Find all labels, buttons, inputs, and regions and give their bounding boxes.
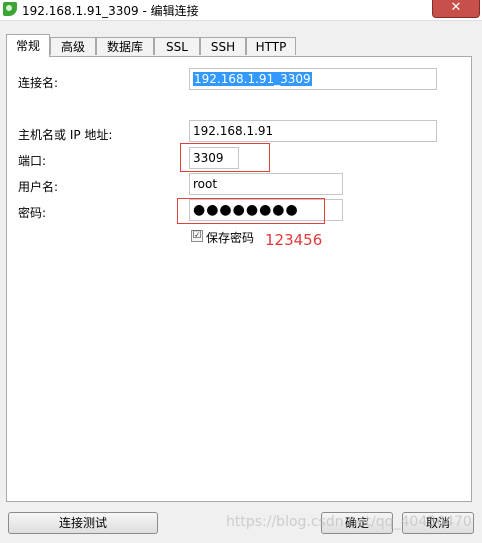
window-title: 192.168.1.91_3309 - 编辑连接 — [22, 4, 199, 18]
tab-advanced[interactable]: 高级 — [50, 37, 96, 55]
password-label: 密码: — [18, 206, 47, 220]
save-password-checkbox[interactable]: ☑ — [191, 230, 203, 242]
tab-http[interactable]: HTTP — [246, 37, 296, 55]
tab-ssl[interactable]: SSL — [154, 37, 200, 55]
username-input[interactable]: root — [189, 173, 343, 195]
host-input[interactable]: 192.168.1.91 — [189, 120, 437, 142]
tab-databases[interactable]: 数据库 — [96, 37, 154, 55]
username-label: 用户名: — [18, 180, 59, 194]
connection-name-label: 连接名: — [18, 76, 59, 90]
test-connection-button[interactable]: 连接测试 — [8, 512, 158, 534]
title-bar: 192.168.1.91_3309 - 编辑连接 ✕ — [0, 0, 482, 21]
port-highlight-box — [180, 143, 270, 172]
connection-name-input[interactable]: 192.168.1.91_3309 — [189, 68, 437, 90]
tab-ssh[interactable]: SSH — [200, 37, 246, 55]
password-highlight-box — [177, 198, 325, 224]
cancel-button[interactable]: 取消 — [402, 512, 474, 534]
port-label: 端口: — [18, 154, 47, 168]
save-password-label: 保存密码 — [206, 231, 255, 245]
tab-general[interactable]: 常规 — [6, 34, 50, 57]
close-button[interactable]: ✕ — [432, 0, 480, 18]
connection-name-value: 192.168.1.91_3309 — [193, 72, 312, 86]
navicat-logo-icon — [3, 2, 17, 16]
host-label: 主机名或 IP 地址: — [18, 128, 113, 142]
ok-button[interactable]: 确定 — [321, 512, 393, 534]
password-hint-annotation: 123456 — [265, 231, 323, 249]
